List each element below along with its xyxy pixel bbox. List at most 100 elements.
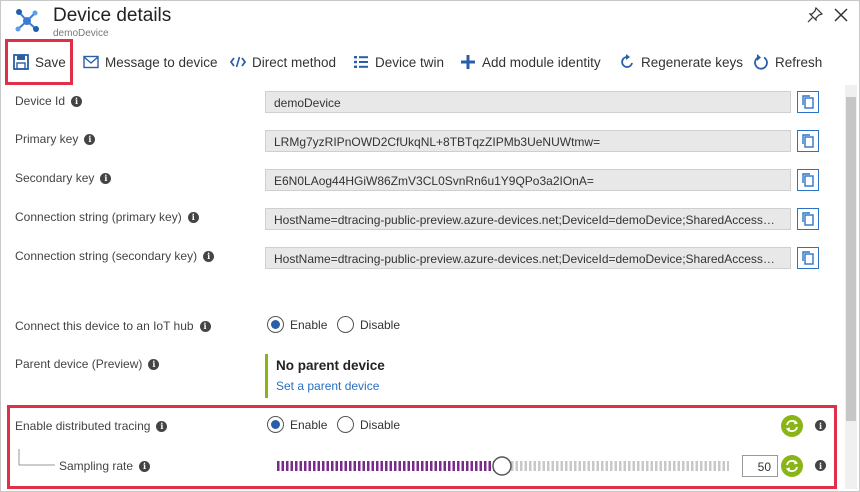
add-module-identity-button[interactable]: Add module identity <box>460 51 601 73</box>
slider-tick <box>335 461 338 471</box>
slider-tick <box>533 461 536 471</box>
slider-tick <box>700 461 703 471</box>
slider-tick <box>412 461 415 471</box>
info-icon[interactable]: i <box>139 460 151 472</box>
slider-tick <box>448 461 451 471</box>
set-parent-device-link[interactable]: Set a parent device <box>276 379 385 393</box>
info-icon[interactable]: i <box>156 420 168 432</box>
connect-enable-radio[interactable]: Enable <box>267 316 327 333</box>
pin-icon[interactable] <box>807 7 823 23</box>
info-icon[interactable]: i <box>203 250 215 262</box>
info-icon[interactable]: i <box>84 133 96 145</box>
direct-method-label: Direct method <box>252 54 337 70</box>
slider-tick <box>304 461 307 471</box>
parent-device-status: No parent device <box>276 358 385 373</box>
info-icon[interactable]: i <box>199 320 211 332</box>
slider-tick <box>691 461 694 471</box>
slider-tick <box>457 461 460 471</box>
save-highlight-box <box>5 39 73 85</box>
slider-tick <box>592 461 595 471</box>
slider-tick <box>605 461 608 471</box>
slider-tick <box>403 461 406 471</box>
device-id-field[interactable]: demoDevice <box>265 91 791 113</box>
info-icon[interactable]: i <box>815 420 826 431</box>
slider-tick <box>308 461 311 471</box>
primary-key-label: Primary key i <box>15 132 96 146</box>
slider-tick <box>677 461 680 471</box>
slider-tick <box>349 461 352 471</box>
slider-thumb[interactable] <box>492 456 512 476</box>
connect-disable-radio[interactable]: Disable <box>337 316 400 333</box>
radio-selected-icon <box>267 316 284 333</box>
copy-icon <box>802 173 814 187</box>
copy-secondary-key-button[interactable] <box>797 169 819 191</box>
copy-device-id-button[interactable] <box>797 91 819 113</box>
secondary-key-label: Secondary key i <box>15 171 112 185</box>
close-icon[interactable] <box>833 7 849 23</box>
tracing-disable-radio[interactable]: Disable <box>337 416 400 433</box>
slider-tick <box>727 461 729 471</box>
connection-string-primary-field[interactable]: HostName=dtracing-public-preview.azure-d… <box>265 208 791 230</box>
slider-tick <box>569 461 572 471</box>
info-icon[interactable]: i <box>71 95 83 107</box>
slider-tick <box>556 461 559 471</box>
primary-key-field[interactable]: LRMg7yzRIPnOWD2CfUkqNL+8TBTqzZIPMb3UeNUW… <box>265 130 791 152</box>
slider-tick <box>466 461 469 471</box>
slider-tick <box>313 461 316 471</box>
slider-tick <box>682 461 685 471</box>
slider-tick <box>547 461 550 471</box>
info-icon[interactable]: i <box>187 211 199 223</box>
slider-tick <box>524 461 527 471</box>
info-icon[interactable]: i <box>100 172 112 184</box>
connection-string-secondary-field[interactable]: HostName=dtracing-public-preview.azure-d… <box>265 247 791 269</box>
refresh-icon <box>754 54 768 70</box>
slider-tick <box>277 461 280 471</box>
slider-tick <box>286 461 289 471</box>
info-icon[interactable]: i <box>148 358 160 370</box>
slider-tick <box>421 461 424 471</box>
message-to-device-button[interactable]: Message to device <box>83 51 218 73</box>
radio-unselected-icon <box>337 316 354 333</box>
scrollbar-thumb[interactable] <box>846 97 856 421</box>
slider-tick <box>668 461 671 471</box>
slider-tick <box>520 461 523 471</box>
iot-device-icon <box>15 9 39 32</box>
slider-tick <box>340 461 343 471</box>
radio-unselected-icon <box>337 416 354 433</box>
slider-tick <box>646 461 649 471</box>
slider-tick <box>614 461 617 471</box>
slider-tick <box>713 461 716 471</box>
plus-icon <box>461 55 475 69</box>
tracing-enable-radio[interactable]: Enable <box>267 416 327 433</box>
copy-primary-key-button[interactable] <box>797 130 819 152</box>
device-twin-button[interactable]: Device twin <box>353 51 444 73</box>
slider-tick <box>551 461 554 471</box>
slider-tick <box>281 461 284 471</box>
secondary-key-field[interactable]: E6N0LAog44HGiW86ZmV3CL0SvnRn6u1Y9QPo3a2I… <box>265 169 791 191</box>
slider-tick <box>344 461 347 471</box>
slider-tick <box>628 461 631 471</box>
copy-connection-string-secondary-button[interactable] <box>797 247 819 269</box>
sampling-rate-slider[interactable] <box>275 455 729 477</box>
slider-tick <box>673 461 676 471</box>
slider-tick <box>430 461 433 471</box>
list-icon <box>354 56 368 68</box>
slider-tick <box>353 461 356 471</box>
regenerate-keys-button[interactable]: Regenerate keys <box>619 51 743 73</box>
info-icon[interactable]: i <box>815 460 826 471</box>
slider-tick <box>578 461 581 471</box>
direct-method-button[interactable]: Direct method <box>230 51 336 73</box>
tree-connector <box>18 449 55 466</box>
sync-status-icon <box>781 415 803 437</box>
refresh-button[interactable]: Refresh <box>753 51 822 73</box>
slider-tick <box>398 461 401 471</box>
slider-tick <box>610 461 613 471</box>
sampling-rate-input[interactable]: 50 <box>742 455 778 477</box>
slider-tick <box>331 461 334 471</box>
slider-tick <box>371 461 374 471</box>
page-title: Device details <box>53 5 172 26</box>
slider-tick <box>596 461 599 471</box>
copy-connection-string-primary-button[interactable] <box>797 208 819 230</box>
page-subtitle: demoDevice <box>53 28 109 39</box>
slider-tick <box>686 461 689 471</box>
